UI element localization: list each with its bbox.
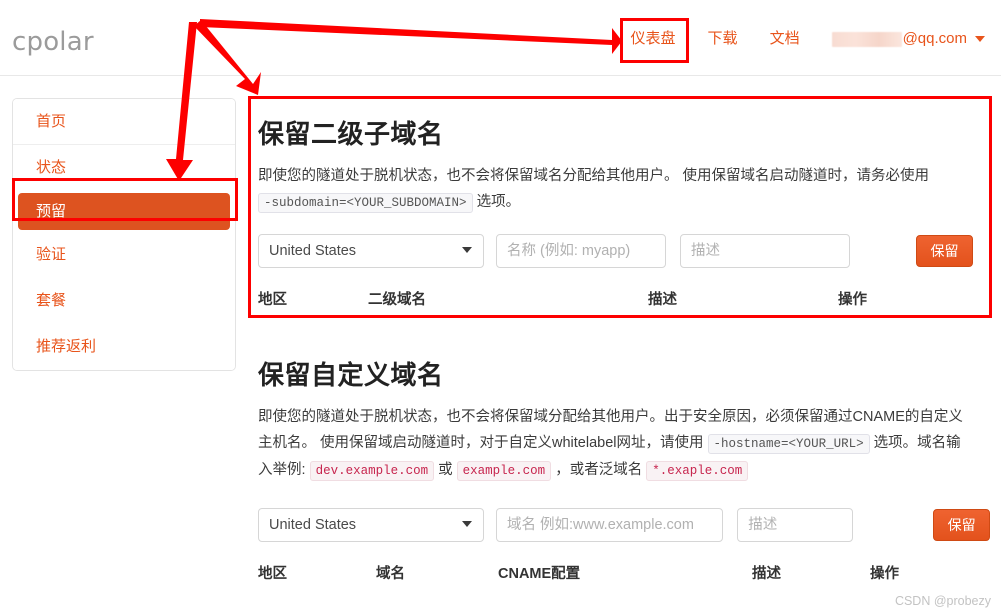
custom-domain-input[interactable] <box>496 508 723 542</box>
custom-desc-joiner: 或 <box>438 462 453 478</box>
example-domain-code-2: example.com <box>457 461 552 481</box>
region-select-wrapper: United States <box>258 234 484 268</box>
top-nav: 仪表盘 下载 文档 @qq.com <box>615 28 989 50</box>
page-title-subdomain: 保留二级子域名 <box>252 98 990 151</box>
page-title-custom-domain: 保留自定义域名 <box>252 355 990 392</box>
custom-domain-form: United States 保留 <box>258 508 990 542</box>
user-menu[interactable]: @qq.com <box>816 28 989 50</box>
subdomain-form: United States 保留 <box>258 234 990 268</box>
nav-download[interactable]: 下载 <box>692 28 754 50</box>
th-domain: 域名 <box>376 562 498 583</box>
nav-docs[interactable]: 文档 <box>754 28 816 50</box>
sidebar-item-referral[interactable]: 推荐返利 <box>13 324 235 370</box>
subdomain-desc-input[interactable] <box>680 234 850 268</box>
th-description: 描述 <box>648 288 838 309</box>
region-select-subdomain[interactable]: United States <box>258 234 484 268</box>
sidebar-item-plan[interactable]: 套餐 <box>13 278 235 324</box>
th-region: 地区 <box>258 288 368 309</box>
subdomain-description: 即使您的隧道处于脱机状态，也不会将保留域名分配给其他用户。 使用保留域名启动隧道… <box>258 163 974 216</box>
redacted-email-icon <box>832 32 902 47</box>
region-select-wrapper-2: United States <box>258 508 484 542</box>
custom-domain-description: 即使您的隧道处于脱机状态，也不会将保留域分配给其他用户。出于安全原因，必须保留通… <box>258 404 974 484</box>
th-subdomain: 二级域名 <box>368 288 648 309</box>
th-action-2: 操作 <box>870 562 899 583</box>
brand-logo: cpolar <box>12 27 94 57</box>
main-content: 保留二级子域名 即使您的隧道处于脱机状态，也不会将保留域名分配给其他用户。 使用… <box>252 98 990 583</box>
subdomain-name-input[interactable] <box>496 234 666 268</box>
reserve-subdomain-button[interactable]: 保留 <box>916 235 973 267</box>
sidebar-item-reserved[interactable]: 预留 <box>18 193 230 230</box>
sidebar-item-home[interactable]: 首页 <box>13 99 235 145</box>
subdomain-option-code: -subdomain=<YOUR_SUBDOMAIN> <box>258 193 473 213</box>
hostname-option-code: -hostname=<YOUR_URL> <box>708 434 870 454</box>
custom-domain-table-header: 地区 域名 CNAME配置 描述 操作 <box>258 562 990 583</box>
sidebar-item-auth[interactable]: 验证 <box>13 232 235 278</box>
reserve-custom-domain-button[interactable]: 保留 <box>933 509 990 541</box>
subdomain-desc-text-2: 选项。 <box>477 194 521 210</box>
th-action: 操作 <box>838 288 867 309</box>
watermark: CSDN @probezy <box>895 594 991 608</box>
th-description-2: 描述 <box>752 562 870 583</box>
th-cname: CNAME配置 <box>498 562 752 583</box>
example-domain-code-1: dev.example.com <box>310 461 435 481</box>
chevron-down-icon <box>975 36 985 42</box>
sidebar: 首页 状态 预留 验证 套餐 推荐返利 <box>12 98 236 371</box>
example-domain-code-3: *.exaple.com <box>646 461 748 481</box>
nav-dashboard[interactable]: 仪表盘 <box>615 28 692 50</box>
region-select-custom-domain[interactable]: United States <box>258 508 484 542</box>
user-email-suffix: @qq.com <box>903 28 967 50</box>
subdomain-desc-text-1: 即使您的隧道处于脱机状态，也不会将保留域名分配给其他用户。 使用保留域名启动隧道… <box>258 168 929 184</box>
top-header: cpolar 仪表盘 下载 文档 @qq.com <box>0 0 1001 76</box>
sidebar-item-status[interactable]: 状态 <box>13 145 235 191</box>
custom-desc-text-3: ，或者泛域名 <box>555 462 642 478</box>
th-region-2: 地区 <box>258 562 376 583</box>
subdomain-table-header: 地区 二级域名 描述 操作 <box>258 288 990 309</box>
custom-domain-desc-input[interactable] <box>737 508 853 542</box>
